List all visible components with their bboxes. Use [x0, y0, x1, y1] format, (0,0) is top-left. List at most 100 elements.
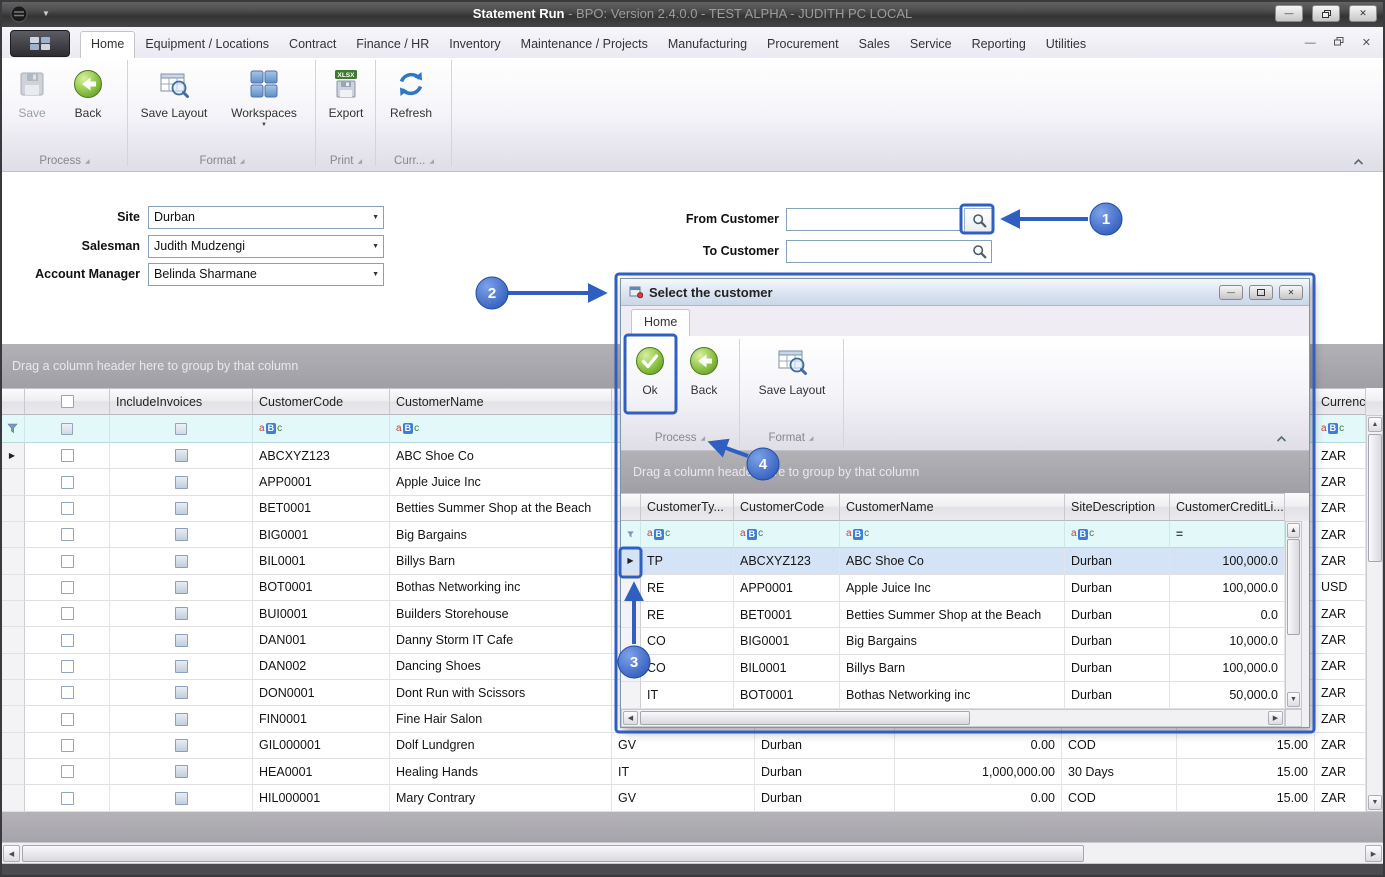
workspaces-button[interactable]: Workspaces ▼ — [218, 62, 310, 152]
select-all-checkbox[interactable] — [61, 395, 74, 408]
include-invoices-checkbox[interactable] — [175, 528, 188, 541]
row-select-checkbox[interactable] — [61, 502, 74, 515]
salesman-combo[interactable]: Judith Mudzengi ▼ — [148, 235, 384, 258]
column-header-customercreditlimit[interactable]: CustomerCreditLi... — [1170, 493, 1285, 521]
include-invoices-checkbox[interactable] — [175, 634, 188, 647]
scroll-right-icon[interactable]: ▶ — [1365, 845, 1382, 862]
dialog-row-indicator[interactable] — [621, 682, 641, 709]
dialog-grid-group-panel[interactable]: Drag a column header here to group by th… — [621, 451, 1309, 493]
include-invoices-checkbox[interactable] — [175, 792, 188, 805]
include-invoices-checkbox[interactable] — [175, 686, 188, 699]
select-column-header[interactable] — [25, 388, 110, 415]
filter-cell-select[interactable] — [25, 415, 110, 443]
dialog-customer-row[interactable]: REBET0001Betties Summer Shop at the Beac… — [621, 602, 1285, 629]
to-customer-input[interactable] — [786, 240, 992, 263]
dialog-row-indicator[interactable] — [621, 602, 641, 629]
main-grid-vertical-scrollbar[interactable]: ▲ ▼ — [1366, 415, 1383, 812]
ribbon-close-icon[interactable]: ✕ — [1362, 36, 1371, 49]
column-header-currency[interactable]: Currency — [1315, 388, 1366, 415]
scroll-down-icon[interactable]: ▼ — [1368, 795, 1382, 810]
dialog-tab-home[interactable]: Home — [631, 309, 690, 336]
include-invoices-checkbox[interactable] — [175, 713, 188, 726]
scroll-right-icon[interactable]: ▶ — [1268, 711, 1283, 725]
account-manager-combo[interactable]: Belinda Sharmane ▼ — [148, 263, 384, 286]
ribbon-tab-procurement[interactable]: Procurement — [757, 32, 849, 58]
row-select-checkbox[interactable] — [61, 739, 74, 752]
scrollbar-thumb[interactable] — [1368, 434, 1382, 562]
filter-cell-sitedescription[interactable]: aBc — [1065, 521, 1170, 548]
from-customer-search-button[interactable] — [964, 208, 994, 233]
column-header-customercode[interactable]: CustomerCode — [734, 493, 840, 521]
row-select-checkbox[interactable] — [61, 713, 74, 726]
filter-cell-customername[interactable]: aBc — [390, 415, 612, 443]
include-invoices-checkbox[interactable] — [175, 476, 188, 489]
dialog-row-indicator[interactable] — [621, 575, 641, 602]
customer-row[interactable]: HEA0001Healing HandsITDurban1,000,000.00… — [0, 759, 1366, 785]
row-select-checkbox[interactable] — [61, 634, 74, 647]
ribbon-tab-equipment-locations[interactable]: Equipment / Locations — [135, 32, 279, 58]
site-combo[interactable]: Durban ▼ — [148, 206, 384, 229]
scroll-left-icon[interactable]: ◀ — [623, 711, 638, 725]
dialog-maximize-button[interactable] — [1249, 285, 1273, 300]
row-select-checkbox[interactable] — [61, 476, 74, 489]
column-header-customername[interactable]: CustomerName — [390, 388, 612, 415]
scrollbar-thumb[interactable] — [640, 711, 970, 725]
dialog-row-indicator[interactable] — [621, 655, 641, 682]
dialog-close-button[interactable]: ✕ — [1279, 285, 1303, 300]
ribbon-tab-utilities[interactable]: Utilities — [1036, 32, 1096, 58]
filter-cell-customercode[interactable]: aBc — [734, 521, 840, 548]
filter-cell-customercode[interactable]: aBc — [253, 415, 390, 443]
dialog-minimize-button[interactable]: — — [1219, 285, 1243, 300]
dialog-horizontal-scrollbar[interactable]: ◀ ▶ — [621, 709, 1285, 727]
to-customer-search-button[interactable] — [972, 244, 987, 259]
row-select-checkbox[interactable] — [61, 449, 74, 462]
column-header-customertype[interactable]: CustomerTy... — [641, 493, 734, 521]
filter-cell-includeinvoices[interactable] — [110, 415, 253, 443]
from-customer-input[interactable] — [786, 208, 962, 231]
row-select-checkbox[interactable] — [61, 528, 74, 541]
row-select-checkbox[interactable] — [61, 581, 74, 594]
export-button[interactable]: XLSX Export — [318, 62, 374, 152]
filter-cell-creditlimit[interactable]: = — [1170, 521, 1285, 548]
customer-row[interactable]: HIL000001Mary ContraryGVDurban0.00COD15.… — [0, 785, 1366, 811]
scrollbar-thumb[interactable] — [1287, 539, 1300, 635]
back-button[interactable]: Back — [60, 62, 116, 152]
scroll-up-icon[interactable]: ▲ — [1287, 523, 1300, 538]
dialog-customer-row[interactable]: ITBOT0001Bothas Networking incDurban50,0… — [621, 682, 1285, 709]
include-invoices-checkbox[interactable] — [175, 449, 188, 462]
ribbon-tab-contract[interactable]: Contract — [279, 32, 346, 58]
dialog-save-layout-button[interactable]: Save Layout — [749, 339, 835, 429]
filter-cell-customertype[interactable]: aBc — [641, 521, 734, 548]
minimize-button[interactable]: — — [1275, 5, 1303, 22]
collapse-ribbon-icon[interactable] — [1271, 431, 1291, 445]
row-select-checkbox[interactable] — [61, 792, 74, 805]
scroll-left-icon[interactable]: ◀ — [3, 845, 20, 862]
column-header-customercode[interactable]: CustomerCode — [253, 388, 390, 415]
refresh-button[interactable]: Refresh — [378, 62, 444, 152]
row-select-checkbox[interactable] — [61, 555, 74, 568]
customer-row[interactable]: GIL000001Dolf LundgrenGVDurban0.00COD15.… — [0, 733, 1366, 759]
close-button[interactable]: ✕ — [1349, 5, 1377, 22]
include-invoices-checkbox[interactable] — [175, 607, 188, 620]
column-header-includeinvoices[interactable]: IncludeInvoices — [110, 388, 253, 415]
filter-cell-currency[interactable]: aBc — [1315, 415, 1366, 443]
ok-button[interactable]: Ok — [627, 339, 673, 429]
ribbon-tab-manufacturing[interactable]: Manufacturing — [658, 32, 757, 58]
ribbon-tab-sales[interactable]: Sales — [849, 32, 900, 58]
ribbon-tab-home[interactable]: Home — [80, 31, 135, 58]
ribbon-restore-icon[interactable] — [1334, 37, 1344, 49]
maximize-button[interactable] — [1312, 5, 1340, 22]
row-select-checkbox[interactable] — [61, 660, 74, 673]
scrollbar-thumb[interactable] — [22, 845, 1084, 862]
include-invoices-checkbox[interactable] — [175, 660, 188, 673]
save-layout-button[interactable]: Save Layout — [131, 62, 217, 152]
include-invoices-checkbox[interactable] — [175, 739, 188, 752]
scroll-up-icon[interactable]: ▲ — [1368, 417, 1382, 432]
dialog-row-indicator[interactable] — [621, 628, 641, 655]
ribbon-tab-finance-hr[interactable]: Finance / HR — [346, 32, 439, 58]
ribbon-tab-inventory[interactable]: Inventory — [439, 32, 510, 58]
include-invoices-checkbox[interactable] — [175, 555, 188, 568]
ribbon-tab-service[interactable]: Service — [900, 32, 962, 58]
column-header-customername[interactable]: CustomerName — [840, 493, 1065, 521]
include-invoices-checkbox[interactable] — [175, 502, 188, 515]
